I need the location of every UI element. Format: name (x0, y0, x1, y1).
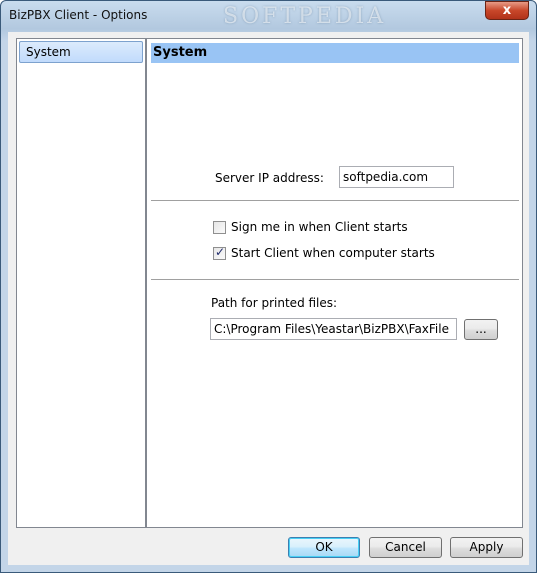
category-item-system[interactable]: System (19, 41, 143, 63)
browse-button[interactable]: ... (464, 319, 498, 340)
watermark-logo: SOFTPEDIA (223, 4, 387, 29)
settings-panel: System Server IP address: softpedia.com … (146, 38, 523, 528)
sign-in-checkbox[interactable] (213, 221, 226, 234)
path-label: Path for printed files: (211, 296, 338, 310)
sign-in-label[interactable]: Sign me in when Client starts (231, 220, 408, 234)
close-icon: x (502, 3, 512, 18)
apply-button[interactable]: Apply (450, 537, 523, 558)
server-ip-label: Server IP address: (215, 171, 324, 185)
close-button[interactable]: x (485, 1, 529, 20)
dialog-body: System System Server IP address: softped… (8, 32, 529, 565)
options-window: BizPBX Client - Options SOFTPEDIA x Syst… (0, 0, 537, 573)
panel-title: System (153, 45, 208, 60)
separator-1 (151, 200, 519, 202)
server-ip-input[interactable]: softpedia.com (339, 166, 454, 188)
ok-button[interactable]: OK (288, 537, 360, 558)
window-title: BizPBX Client - Options (9, 8, 148, 22)
path-input[interactable]: C:\Program Files\Yeastar\BizPBX\FaxFile (210, 318, 457, 340)
category-list: System (16, 38, 146, 528)
cancel-button[interactable]: Cancel (369, 537, 442, 558)
start-client-checkbox[interactable] (213, 245, 226, 260)
separator-2 (151, 279, 519, 281)
start-client-label[interactable]: Start Client when computer starts (231, 246, 435, 260)
title-bar[interactable]: BizPBX Client - Options SOFTPEDIA x (1, 1, 536, 31)
panel-header: System (151, 43, 519, 63)
